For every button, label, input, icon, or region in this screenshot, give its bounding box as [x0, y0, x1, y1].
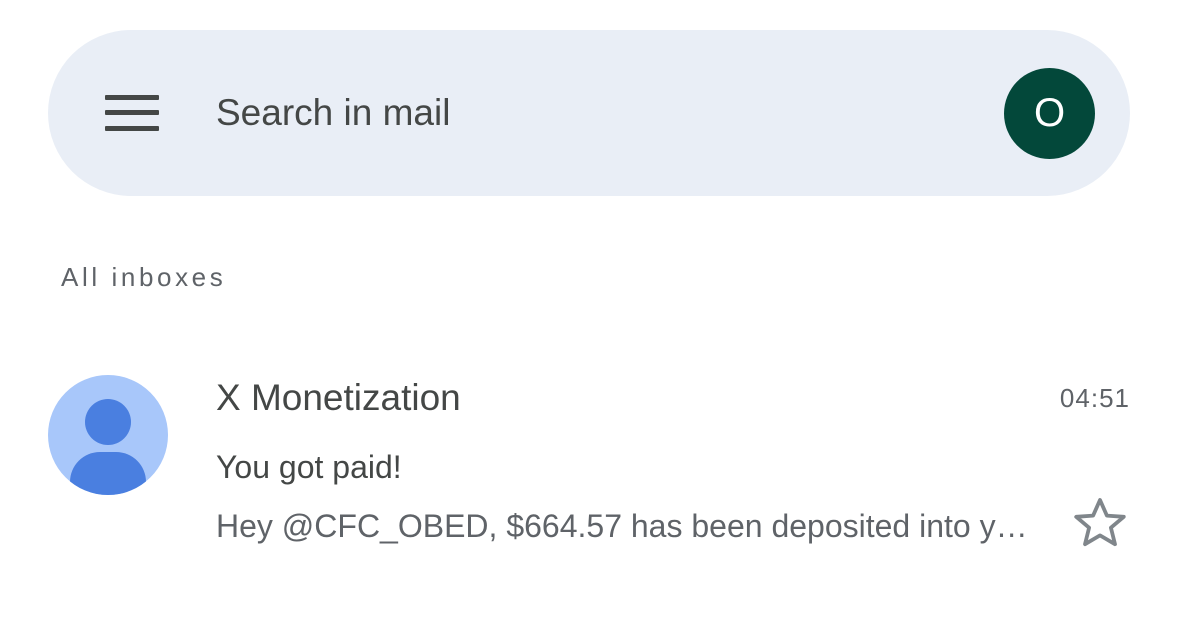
email-sender: X Monetization — [216, 377, 461, 418]
star-outline-icon[interactable] — [1070, 494, 1130, 554]
account-avatar-button[interactable]: O — [1004, 68, 1095, 159]
person-icon[interactable] — [48, 375, 168, 495]
menu-line — [105, 126, 159, 131]
gmail-inbox-screen: Search in mail O All inboxes X Monetizat… — [0, 0, 1178, 625]
search-bar[interactable] — [48, 30, 1130, 196]
section-label-all-inboxes: All inboxes — [61, 262, 227, 292]
search-placeholder[interactable]: Search in mail — [216, 88, 450, 138]
email-subject: You got paid! — [216, 449, 402, 485]
email-list-item[interactable]: X Monetization 04:51 You got paid! Hey @… — [0, 350, 1178, 570]
hamburger-menu-icon[interactable] — [105, 95, 159, 131]
menu-line — [105, 95, 159, 100]
email-time: 04:51 — [1059, 383, 1130, 413]
menu-line — [105, 110, 159, 115]
email-snippet: Hey @CFC_OBED, $664.57 has been deposite… — [216, 508, 1042, 544]
